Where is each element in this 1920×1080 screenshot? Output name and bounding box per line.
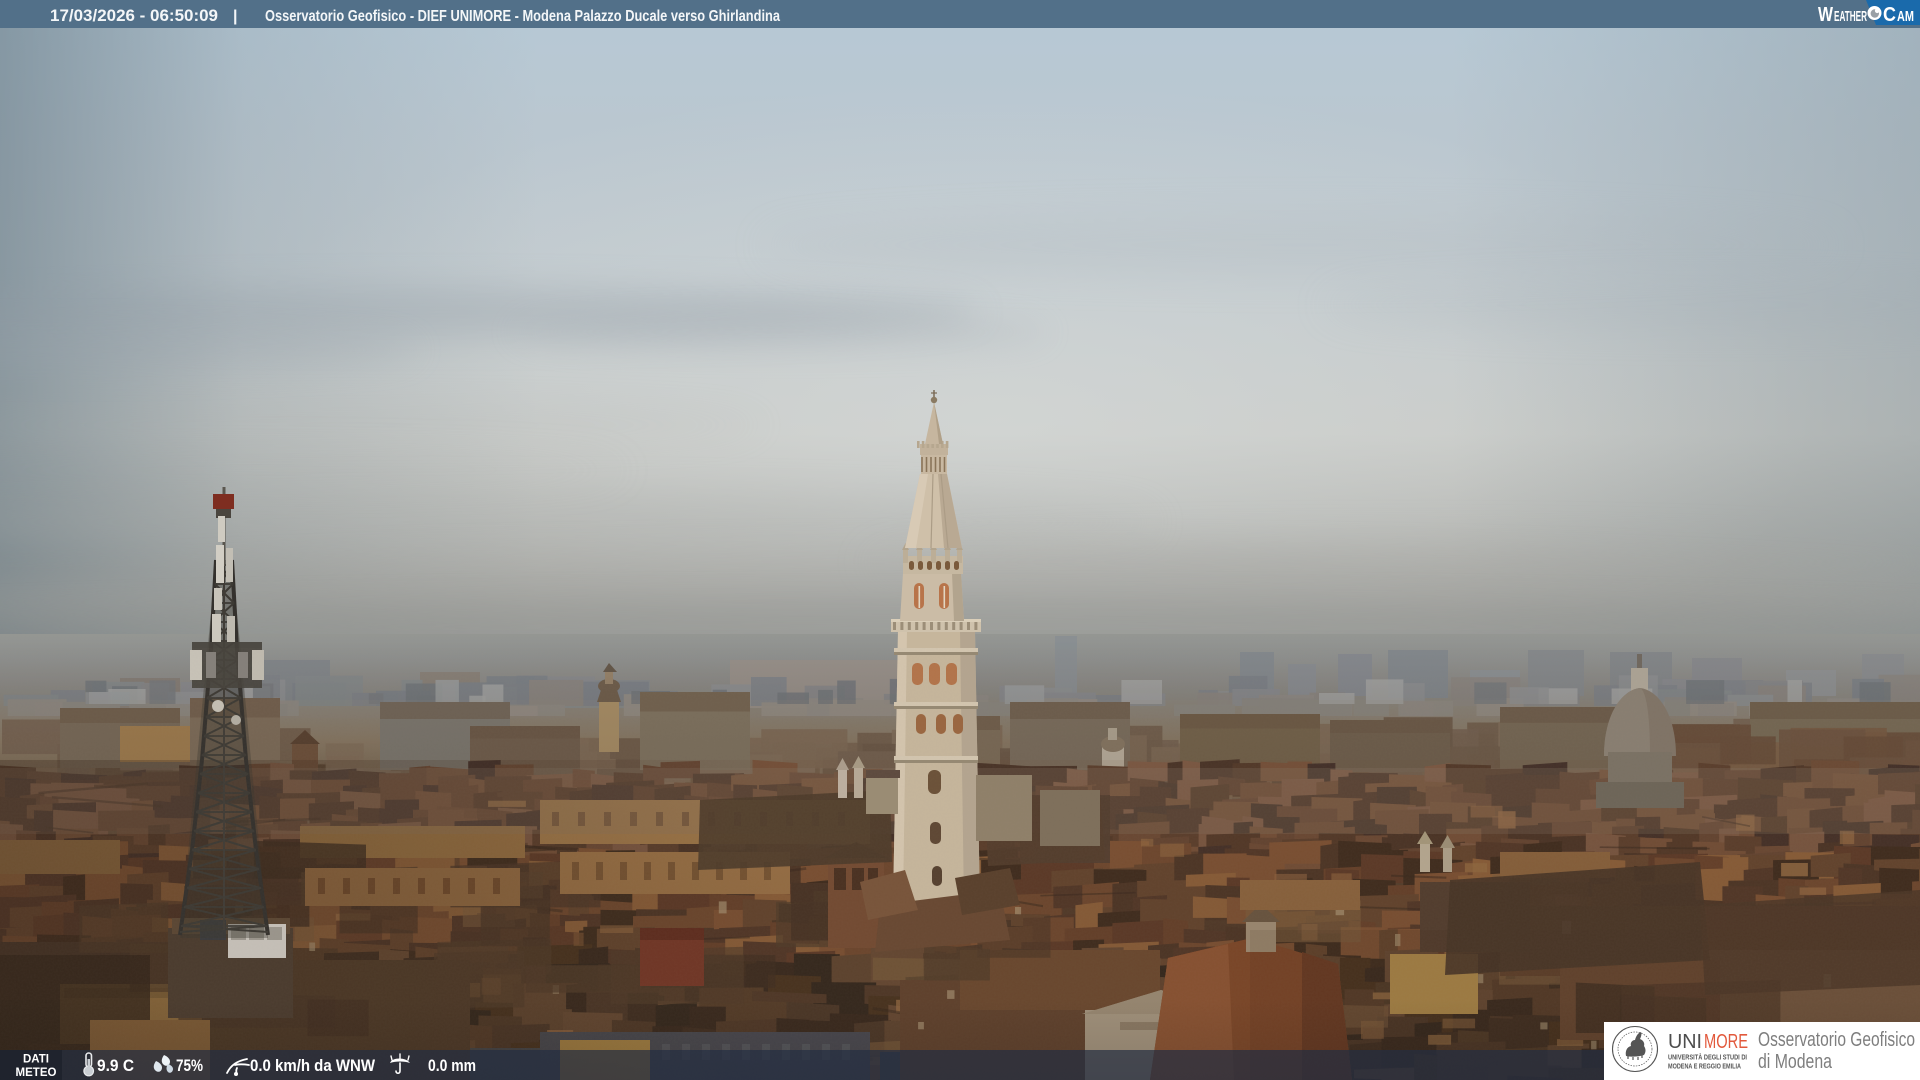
svg-text:MODENA E REGGIO EMILIA: MODENA E REGGIO EMILIA bbox=[1668, 1062, 1741, 1071]
svg-text:C: C bbox=[1883, 4, 1896, 26]
svg-text:Osservatorio Geofisico - DIEF: Osservatorio Geofisico - DIEF UNIMORE - … bbox=[265, 8, 780, 25]
svg-text:75%: 75% bbox=[176, 1056, 203, 1075]
svg-text:METEO: METEO bbox=[16, 1067, 57, 1079]
svg-text:UNI: UNI bbox=[1668, 1031, 1702, 1053]
svg-text:|: | bbox=[233, 8, 237, 25]
svg-text:MORE: MORE bbox=[1704, 1031, 1748, 1053]
svg-text:0.0 km/h da WNW: 0.0 km/h da WNW bbox=[250, 1056, 376, 1075]
svg-text:AM: AM bbox=[1897, 9, 1914, 25]
svg-text:17/03/2026 - 06:50:09: 17/03/2026 - 06:50:09 bbox=[50, 6, 218, 25]
svg-text:UNIVERSITÀ DEGLI STUDI DI: UNIVERSITÀ DEGLI STUDI DI bbox=[1668, 1053, 1747, 1062]
svg-text:di Modena: di Modena bbox=[1758, 1051, 1833, 1073]
svg-text:DATI: DATI bbox=[23, 1054, 49, 1066]
svg-text:Osservatorio Geofisico: Osservatorio Geofisico bbox=[1758, 1029, 1915, 1051]
svg-text:W: W bbox=[1818, 4, 1833, 26]
svg-text:EATHER: EATHER bbox=[1834, 9, 1867, 25]
svg-text:0.0 mm: 0.0 mm bbox=[428, 1056, 476, 1075]
svg-text:9.9 C: 9.9 C bbox=[97, 1056, 134, 1075]
